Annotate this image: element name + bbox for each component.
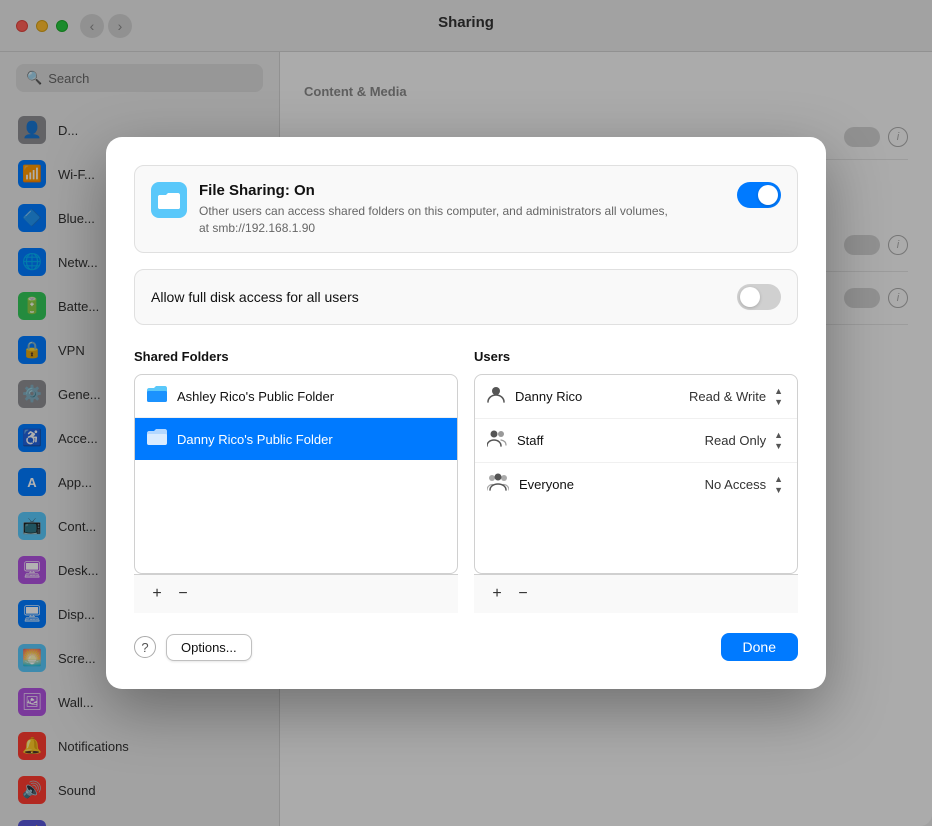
stepper-down-danny[interactable]: ▼: [772, 397, 785, 408]
disk-access-toggle[interactable]: [737, 284, 781, 310]
folder-list-bottom: + −: [134, 574, 458, 613]
file-sharing-toggle[interactable]: [737, 182, 781, 208]
user-icon-danny: [487, 385, 505, 408]
file-sharing-text: File Sharing: On Other users can access …: [199, 182, 679, 237]
two-col-layout: Shared Folders Ashley Rico's Public Fold…: [134, 349, 798, 613]
shared-folders-header: Shared Folders: [134, 349, 458, 364]
modal-overlay: File Sharing: On Other users can access …: [0, 0, 932, 826]
user-icon-everyone: [487, 473, 509, 496]
folder-item-danny[interactable]: Danny Rico's Public Folder: [135, 418, 457, 460]
folder-item-ashley[interactable]: Ashley Rico's Public Folder: [135, 375, 457, 418]
user-name-danny: Danny Rico: [515, 389, 689, 404]
user-permission-staff: Read Only: [705, 433, 766, 448]
remove-user-button[interactable]: −: [512, 583, 534, 605]
stepper-danny[interactable]: ▲ ▼: [772, 386, 785, 408]
modal-bottom-bar: ? Options... Done: [134, 633, 798, 661]
add-folder-button[interactable]: +: [146, 583, 168, 605]
folder-item-ashley-label: Ashley Rico's Public Folder: [177, 389, 334, 404]
options-button[interactable]: Options...: [166, 634, 252, 661]
users-header: Users: [474, 349, 798, 364]
disk-access-label: Allow full disk access for all users: [151, 289, 359, 305]
stepper-up-danny[interactable]: ▲: [772, 386, 785, 397]
user-name-staff: Staff: [517, 433, 705, 448]
file-sharing-header: File Sharing: On Other users can access …: [134, 165, 798, 254]
file-sharing-title: File Sharing: On: [199, 182, 679, 199]
stepper-staff[interactable]: ▲ ▼: [772, 430, 785, 452]
users-list-bottom: + −: [474, 574, 798, 613]
user-name-everyone: Everyone: [519, 477, 705, 492]
users-list: Danny Rico Read & Write ▲ ▼: [474, 374, 798, 574]
user-permission-danny: Read & Write: [689, 389, 766, 404]
stepper-everyone[interactable]: ▲ ▼: [772, 474, 785, 496]
add-user-button[interactable]: +: [486, 583, 508, 605]
stepper-up-everyone[interactable]: ▲: [772, 474, 785, 485]
folder-list: Ashley Rico's Public Folder Danny Rico's…: [134, 374, 458, 574]
user-item-danny[interactable]: Danny Rico Read & Write ▲ ▼: [475, 375, 797, 419]
help-button[interactable]: ?: [134, 636, 156, 658]
user-permission-everyone: No Access: [705, 477, 766, 492]
folder-item-danny-label: Danny Rico's Public Folder: [177, 432, 333, 447]
user-item-everyone[interactable]: Everyone No Access ▲ ▼: [475, 463, 797, 506]
stepper-down-everyone[interactable]: ▼: [772, 485, 785, 496]
file-sharing-desc: Other users can access shared folders on…: [199, 203, 679, 237]
folder-icon-ashley: [147, 385, 167, 407]
stepper-down-staff[interactable]: ▼: [772, 441, 785, 452]
done-button[interactable]: Done: [721, 633, 798, 661]
users-col: Users Danny Rico Read & Write: [474, 349, 798, 613]
shared-folders-col: Shared Folders Ashley Rico's Public Fold…: [134, 349, 458, 613]
stepper-up-staff[interactable]: ▲: [772, 430, 785, 441]
folder-icon-danny: [147, 428, 167, 450]
sharing-modal: File Sharing: On Other users can access …: [106, 137, 826, 690]
disk-access-row: Allow full disk access for all users: [134, 269, 798, 325]
user-icon-staff: [487, 429, 507, 452]
user-item-staff[interactable]: Staff Read Only ▲ ▼: [475, 419, 797, 463]
file-sharing-icon: [151, 182, 187, 218]
file-sharing-left: File Sharing: On Other users can access …: [151, 182, 679, 237]
remove-folder-button[interactable]: −: [172, 583, 194, 605]
bottom-left-buttons: ? Options...: [134, 634, 252, 661]
